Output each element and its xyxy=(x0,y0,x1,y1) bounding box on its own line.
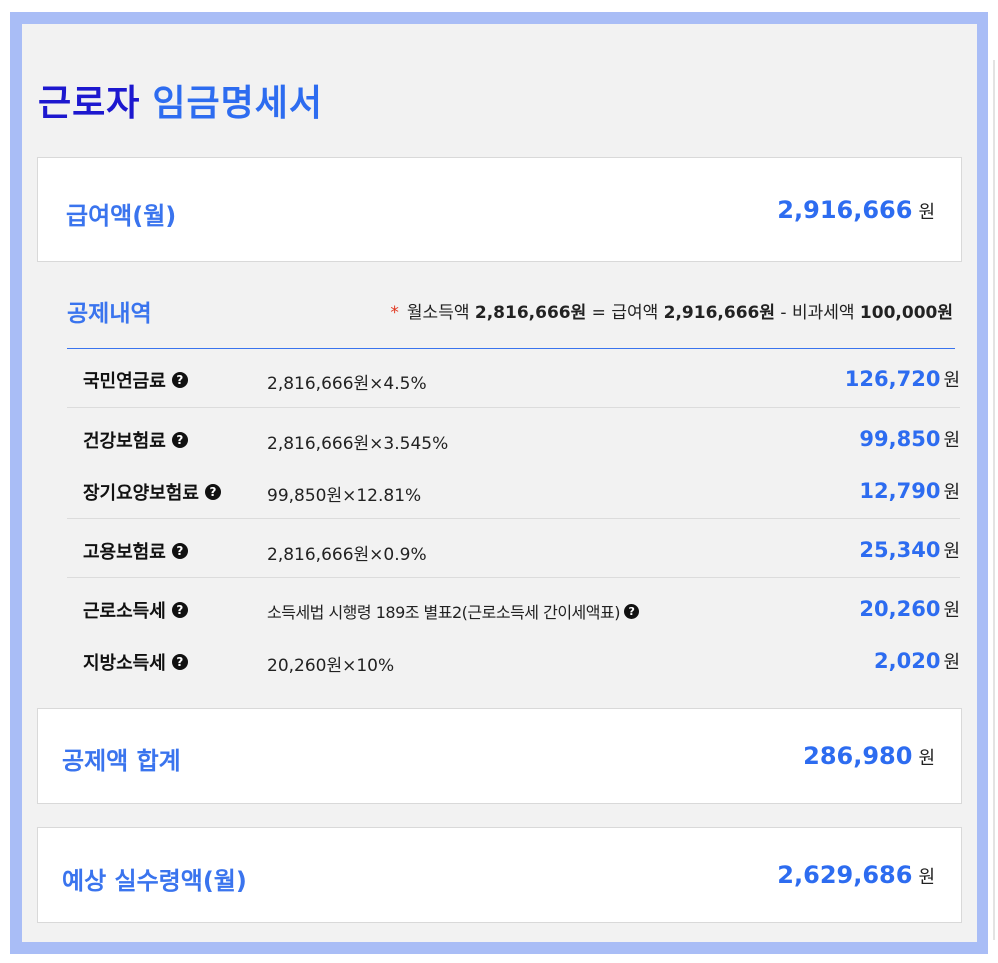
help-icon[interactable]: ? xyxy=(171,543,188,559)
deduction-calc-wrap: 소득세법 시행령 189조 별표2(근로소득세 간이세액표)? xyxy=(267,599,639,623)
deduction-amount: 99,850 xyxy=(859,427,941,451)
formula-nontax-label: 비과세액 xyxy=(791,303,855,323)
deduction-unit: 원 xyxy=(943,482,960,503)
deduction-amount: 12,790 xyxy=(859,479,941,503)
deduction-row-employment: 고용보험료? 2,816,666원×0.9% 25,340 원 xyxy=(67,518,960,577)
title-part1: 근로자 xyxy=(38,83,141,124)
deduction-unit: 원 xyxy=(943,430,960,451)
net-pay-label: 예상 실수령액(월) xyxy=(62,867,247,895)
formula-eq: = xyxy=(591,303,606,323)
salary-box: 급여액(월) 2,916,666 원 xyxy=(37,157,962,262)
deduction-name: 국민연금료 xyxy=(83,371,166,392)
deduction-row-pension: 국민연금료? 2,816,666원×4.5% 126,720 원 xyxy=(67,350,960,408)
net-pay-amount-value: 2,629,686 xyxy=(777,861,913,889)
formula-star: * xyxy=(390,303,399,323)
deduction-name: 건강보험료 xyxy=(83,431,166,452)
salary-label: 급여액(월) xyxy=(66,202,177,230)
deduction-calc: 2,816,666원×3.545% xyxy=(267,434,449,454)
salary-amount: 2,916,666 원 xyxy=(777,196,935,224)
net-pay-amount: 2,629,686 원 xyxy=(777,861,935,889)
deduction-unit: 원 xyxy=(943,652,960,673)
deduction-name: 고용보험료 xyxy=(83,542,166,563)
payslip-panel: 근로자 임금명세서 급여액(월) 2,916,666 원 공제내역 * 월소득액 2,… xyxy=(22,24,977,942)
net-pay-unit: 원 xyxy=(918,867,935,888)
title-part2: 임금명세서 xyxy=(152,83,323,124)
net-pay-box: 예상 실수령액(월) 2,629,686 원 xyxy=(37,827,962,923)
deduction-row-health: 건강보험료? 2,816,666원×3.545% 99,850 원 xyxy=(67,407,960,466)
total-unit: 원 xyxy=(918,748,935,769)
total-amount-value: 286,980 xyxy=(803,742,913,770)
income-formula: * 월소득액 2,816,666원 = 급여액 2,916,666원 - 비과세액… xyxy=(390,298,953,323)
deduction-amount: 25,340 xyxy=(859,538,941,562)
formula-prefix: 월소득액 xyxy=(406,303,470,323)
deduction-amount: 2,020 xyxy=(874,649,941,673)
help-icon[interactable]: ? xyxy=(171,372,188,388)
total-label: 공제액 합계 xyxy=(62,747,181,775)
deductions-title: 공제내역 xyxy=(67,301,152,327)
help-icon[interactable]: ? xyxy=(204,484,221,500)
help-icon[interactable]: ? xyxy=(623,603,639,619)
deduction-calc: 2,816,666원×0.9% xyxy=(267,545,427,565)
page-title: 근로자 임금명세서 xyxy=(38,74,323,126)
deduction-name: 근로소득세 xyxy=(83,601,166,622)
deduction-calc: 20,260원×10% xyxy=(267,656,395,676)
scrollbar[interactable] xyxy=(993,60,995,940)
deduction-unit: 원 xyxy=(943,370,960,391)
deduction-name: 지방소득세 xyxy=(83,653,166,674)
deduction-row-income-tax: 근로소득세? 소득세법 시행령 189조 별표2(근로소득세 간이세액표)? 2… xyxy=(67,577,960,636)
deduction-name: 장기요양보험료 xyxy=(83,483,199,504)
deduction-amount: 126,720 xyxy=(844,367,941,391)
formula-nontax: 100,000원 xyxy=(859,303,953,323)
deduction-calc: 소득세법 시행령 189조 별표2(근로소득세 간이세액표) xyxy=(267,603,620,622)
salary-amount-value: 2,916,666 xyxy=(777,196,913,224)
formula-salary-label: 급여액 xyxy=(611,303,659,323)
help-icon[interactable]: ? xyxy=(171,432,188,448)
deductions-divider xyxy=(67,348,955,349)
deduction-row-local-tax: 지방소득세? 20,260원×10% 2,020 원 xyxy=(67,636,960,694)
formula-salary: 2,916,666원 xyxy=(663,303,775,323)
deduction-calc: 2,816,666원×4.5% xyxy=(267,374,427,394)
total-box: 공제액 합계 286,980 원 xyxy=(37,708,962,804)
formula-income: 2,816,666원 xyxy=(474,303,587,323)
formula-minus: - xyxy=(780,303,787,323)
salary-unit: 원 xyxy=(918,202,935,223)
help-icon[interactable]: ? xyxy=(171,602,188,618)
deduction-unit: 원 xyxy=(943,600,960,621)
deduction-amount: 20,260 xyxy=(859,597,941,621)
deduction-unit: 원 xyxy=(943,541,960,562)
total-amount: 286,980 원 xyxy=(803,742,935,770)
deduction-calc: 99,850원×12.81% xyxy=(267,486,422,506)
help-icon[interactable]: ? xyxy=(171,654,188,670)
deduction-row-longterm-care: 장기요양보험료? 99,850원×12.81% 12,790 원 xyxy=(67,465,960,523)
